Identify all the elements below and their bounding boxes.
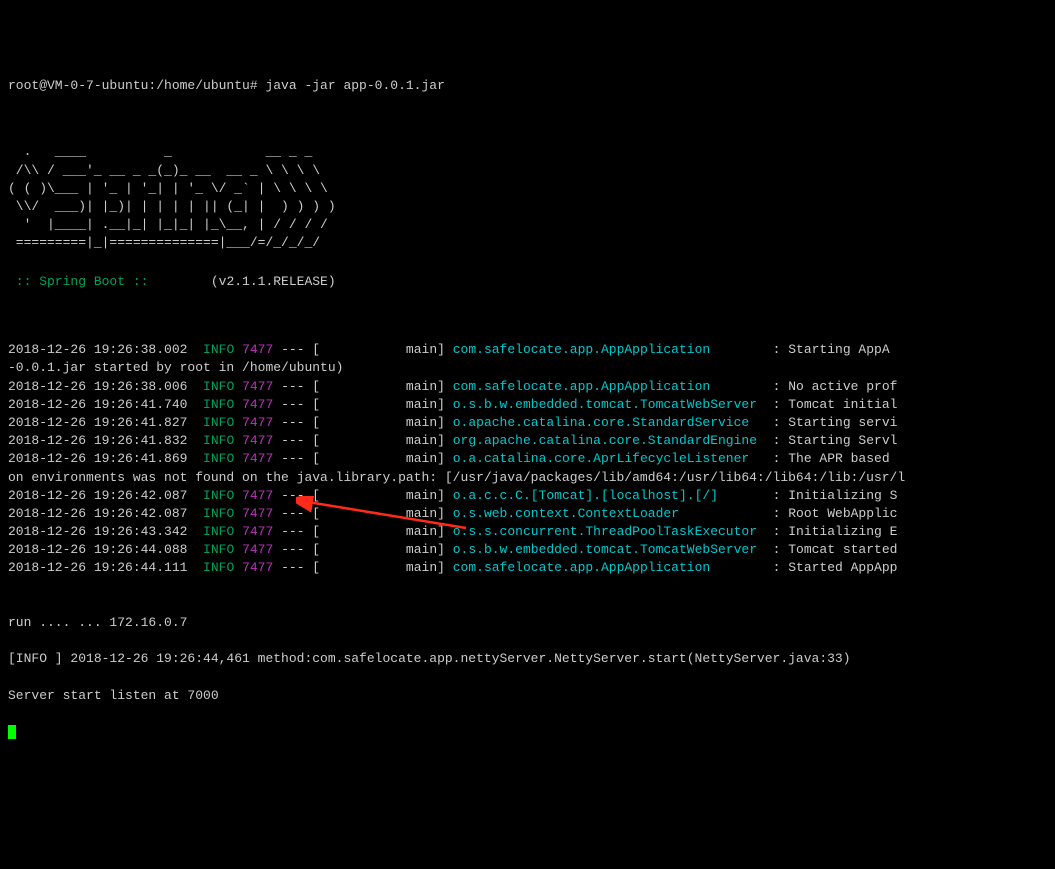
log-line: 2018-12-26 19:26:38.006 INFO 7477 --- [ …	[8, 378, 1047, 396]
log-line: 2018-12-26 19:26:41.869 INFO 7477 --- [ …	[8, 450, 1047, 468]
log-line: 2018-12-26 19:26:44.088 INFO 7477 --- [ …	[8, 541, 1047, 559]
log-line: 2018-12-26 19:26:43.342 INFO 7477 --- [ …	[8, 523, 1047, 541]
spring-boot-label: :: Spring Boot ::	[8, 274, 156, 289]
log-line: 2018-12-26 19:26:41.827 INFO 7477 --- [ …	[8, 414, 1047, 432]
log-line: 2018-12-26 19:26:42.087 INFO 7477 --- [ …	[8, 487, 1047, 505]
shell-prompt: root@VM-0-7-ubuntu:/home/ubuntu# java -j…	[8, 77, 1047, 95]
spring-boot-version: (v2.1.1.RELEASE)	[156, 274, 335, 289]
tail-line-netty-info: [INFO ] 2018-12-26 19:26:44,461 method:c…	[8, 650, 1047, 668]
spring-ascii-art: . ____ _ __ _ _ /\\ / ___'_ __ _ _(_)_ _…	[8, 143, 1047, 252]
log-line: -0.0.1.jar started by root in /home/ubun…	[8, 359, 1047, 377]
spring-boot-banner: :: Spring Boot :: (v2.1.1.RELEASE)	[8, 273, 1047, 291]
log-line: 2018-12-26 19:26:38.002 INFO 7477 --- [ …	[8, 341, 1047, 359]
log-line: 2018-12-26 19:26:42.087 INFO 7477 --- [ …	[8, 505, 1047, 523]
log-line: on environments was not found on the jav…	[8, 469, 1047, 487]
log-line: 2018-12-26 19:26:41.740 INFO 7477 --- [ …	[8, 396, 1047, 414]
cursor-line	[8, 723, 1047, 741]
terminal-cursor	[8, 725, 16, 739]
tail-line-run: run .... ... 172.16.0.7	[8, 614, 1047, 632]
tail-line-server-listen: Server start listen at 7000	[8, 687, 1047, 705]
log-output: 2018-12-26 19:26:38.002 INFO 7477 --- [ …	[8, 341, 1047, 577]
log-line: 2018-12-26 19:26:41.832 INFO 7477 --- [ …	[8, 432, 1047, 450]
log-line: 2018-12-26 19:26:44.111 INFO 7477 --- [ …	[8, 559, 1047, 577]
